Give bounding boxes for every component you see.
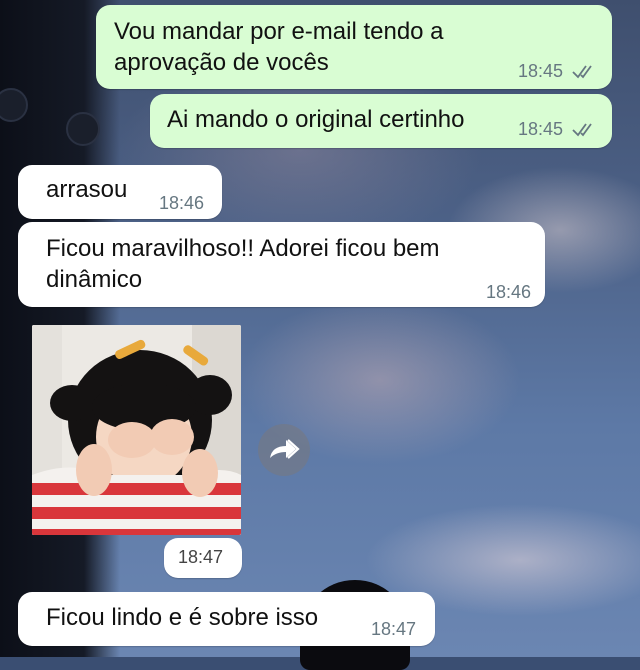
message-bubble-incoming[interactable]: Ficou maravilhoso!! Adorei ficou bem din… (18, 222, 545, 307)
forward-icon (270, 439, 300, 459)
message-text: Ficou maravilhoso!! Adorei ficou bem din… (46, 235, 440, 293)
wallpaper-clock-face (66, 112, 100, 146)
message-text: Ficou lindo e é sobre isso (46, 604, 319, 631)
message-time: 18:45 (517, 61, 563, 81)
message-text: Vou mandar por e-mail tendo a aprovação … (114, 18, 444, 76)
message-time: 18:46 (485, 282, 531, 302)
message-meta: 18:45 (518, 61, 598, 85)
message-text: arrasou (46, 176, 128, 203)
message-bubble-outgoing[interactable]: Ai mando o original certinho 18:45 (150, 94, 612, 148)
message-time: 18:45 (517, 119, 563, 139)
message-time: 18:47 (178, 547, 224, 567)
message-meta: 18:45 (518, 119, 598, 143)
image-time-pill: 18:47 (164, 538, 242, 578)
message-bubble-outgoing[interactable]: Vou mandar por e-mail tendo a aprovação … (96, 5, 612, 89)
message-bubble-incoming[interactable]: arrasou 18:46 (18, 165, 222, 219)
photo-child-heart-hands (32, 325, 241, 535)
double-check-icon (572, 122, 598, 143)
forward-button[interactable] (258, 424, 310, 476)
message-bubble-incoming[interactable]: Ficou lindo e é sobre isso 18:47 (18, 592, 435, 646)
wallpaper-clock-face (0, 88, 28, 122)
double-check-icon (572, 64, 598, 85)
message-image[interactable] (32, 325, 241, 535)
message-time: 18:47 (371, 619, 417, 639)
message-text: Ai mando o original certinho (167, 106, 465, 133)
message-time: 18:46 (159, 193, 205, 213)
